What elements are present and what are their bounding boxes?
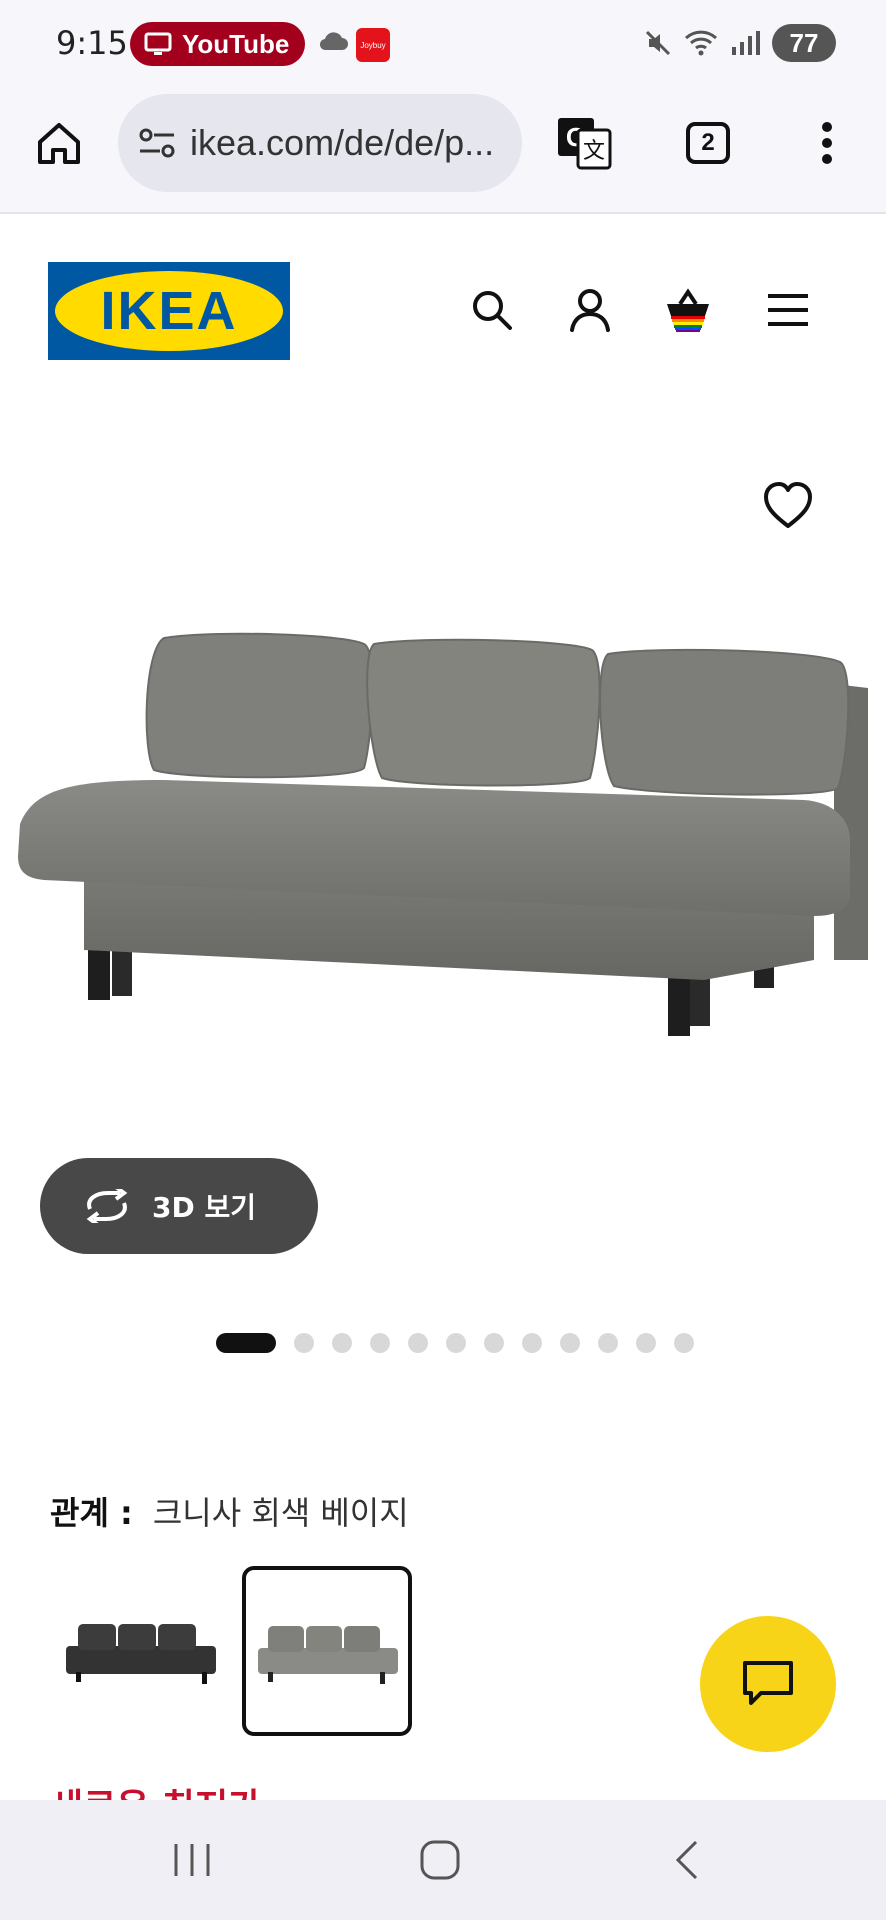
view-3d-button[interactable]: 3D 보기 [40, 1158, 318, 1254]
signal-icon [732, 31, 760, 55]
carousel-dot[interactable] [408, 1333, 428, 1353]
carousel-dot[interactable] [674, 1333, 694, 1353]
back-icon[interactable] [658, 1830, 718, 1890]
browser-toolbar: ikea.com/de/de/p... G文 2 [0, 92, 886, 214]
status-bar: 9:15 YouTube Joybuy 77 [0, 0, 886, 92]
status-right-icons: 77 [644, 24, 836, 62]
variant-value: 크니사 회색 베이지 [152, 1494, 409, 1532]
mute-icon [645, 30, 671, 56]
joybuy-label: Joybuy [360, 40, 386, 50]
variant-thumb-dark-gray[interactable] [56, 1566, 226, 1736]
recent-apps-icon[interactable] [162, 1830, 222, 1890]
heart-icon[interactable] [762, 480, 814, 532]
variant-selection: 관계 : 크니사 회색 베이지 [50, 1488, 409, 1534]
notification-app-label: YouTube [182, 28, 290, 59]
rotate-3d-icon [86, 1189, 128, 1223]
url-text: ikea.com/de/de/p... [190, 122, 495, 163]
ikea-logo-text: IKEA [100, 281, 238, 341]
carousel-dot[interactable] [332, 1333, 352, 1353]
youtube-notification-pill[interactable]: YouTube [130, 22, 305, 66]
site-settings-icon[interactable] [138, 127, 176, 159]
cart-icon[interactable] [664, 286, 712, 334]
translate-icon[interactable]: G文 [556, 114, 614, 172]
carousel-dot[interactable] [370, 1333, 390, 1353]
dark-gray-sofa-image [66, 1624, 216, 1684]
cloud-icon [319, 32, 348, 51]
carousel-dot[interactable] [636, 1333, 656, 1353]
status-time: 9:15 [56, 24, 128, 62]
carousel-dot[interactable] [446, 1333, 466, 1353]
carousel-dot[interactable] [560, 1333, 580, 1353]
variant-key: 관계 : [50, 1494, 133, 1532]
carousel-dots[interactable] [216, 1333, 694, 1353]
carousel-dot[interactable] [598, 1333, 618, 1353]
product-image[interactable] [14, 620, 876, 1080]
url-bar[interactable]: ikea.com/de/de/p... [118, 94, 522, 192]
system-nav-bar [0, 1800, 886, 1920]
view-3d-label: 3D 보기 [152, 1191, 256, 1224]
tab-count: 2 [701, 129, 715, 156]
carousel-dot[interactable] [522, 1333, 542, 1353]
svg-text:文: 文 [583, 139, 605, 164]
hamburger-menu-icon[interactable] [764, 286, 812, 334]
chat-icon [743, 1661, 793, 1705]
battery-level: 77 [789, 27, 819, 58]
ikea-logo[interactable]: IKEA [48, 262, 290, 360]
carousel-dot[interactable] [484, 1333, 504, 1353]
wifi-icon [684, 30, 718, 56]
search-icon[interactable] [468, 286, 516, 334]
home-nav-icon[interactable] [410, 1830, 470, 1890]
carousel-dot[interactable] [216, 1333, 276, 1353]
carousel-dot[interactable] [294, 1333, 314, 1353]
more-vert-icon[interactable] [812, 120, 842, 166]
joybuy-icon: Joybuy [356, 28, 390, 62]
chat-button[interactable] [700, 1616, 836, 1752]
battery-indicator: 77 [772, 24, 836, 62]
account-icon[interactable] [566, 286, 614, 334]
gray-beige-sofa-image [258, 1626, 398, 1684]
variant-thumb-gray-beige[interactable] [242, 1566, 412, 1736]
home-icon[interactable] [34, 118, 84, 168]
tv-icon [144, 32, 172, 55]
tabs-icon[interactable]: 2 [686, 122, 730, 164]
